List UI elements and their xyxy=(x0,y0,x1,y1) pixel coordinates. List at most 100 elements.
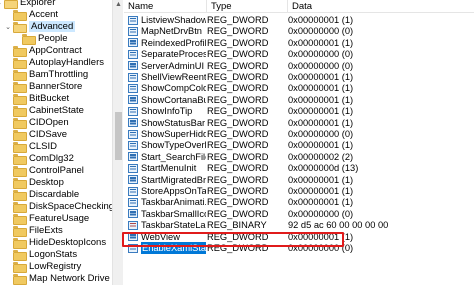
tree-item[interactable]: FeatureUsage xyxy=(5,213,89,225)
value-type: REG_DWORD xyxy=(207,26,269,37)
tree-item-label: AutoplayHandlers xyxy=(29,57,104,68)
value-row[interactable]: ReindexedProfile REG_DWORD 0x00000001 (1) xyxy=(124,37,474,49)
value-type: REG_DWORD xyxy=(207,60,269,71)
folder-icon xyxy=(13,154,27,165)
value-row[interactable]: ShowStatusBar REG_DWORD 0x00000001 (1) xyxy=(124,117,474,129)
tree-item[interactable]: ControlPanel xyxy=(5,165,84,177)
tree-item[interactable]: People xyxy=(14,33,68,45)
folder-icon xyxy=(4,0,18,9)
folder-icon xyxy=(13,10,27,21)
value-data: 0x00000001 (1) xyxy=(288,83,354,94)
value-row[interactable]: ListviewShadow REG_DWORD 0x00000001 (1) xyxy=(124,14,474,26)
value-name: ShowStatusBar xyxy=(141,117,206,128)
tree-item[interactable]: ⌄ Advanced xyxy=(5,21,76,33)
value-row[interactable]: TaskbarSmallIconsREG_DWORD 0x00000000 (0) xyxy=(124,208,474,220)
value-name: StartMigratedBr... xyxy=(141,174,206,185)
tree-item[interactable]: CIDSave xyxy=(5,129,67,141)
annotation-highlight-box xyxy=(122,232,344,247)
value-data: 0x00000001 (1) xyxy=(288,117,354,128)
dword-value-icon xyxy=(128,209,138,219)
value-type: REG_DWORD xyxy=(207,37,269,48)
tree-item-label: DiskSpaceChecking xyxy=(29,201,112,212)
tree-item[interactable]: ⌄ Explorer xyxy=(0,0,55,9)
value-data: 0x00000001 (1) xyxy=(288,197,354,208)
value-row[interactable]: Start_SearchFilesREG_DWORD 0x00000002 (2) xyxy=(124,151,474,163)
value-name: ShowSuperHidd... xyxy=(141,129,206,139)
tree-item-label: Discardable xyxy=(29,189,80,200)
folder-icon xyxy=(13,250,27,261)
tree-item[interactable]: FileExts xyxy=(5,225,63,237)
tree-item-label: CIDOpen xyxy=(29,117,69,128)
value-data: 0x00000001 (1) xyxy=(288,15,354,25)
chevron-down-icon[interactable]: ⌄ xyxy=(0,0,2,7)
value-data: 0x00000000 (0) xyxy=(288,49,354,60)
value-row[interactable]: TaskbarAnimati... REG_DWORD 0x00000001 (1) xyxy=(124,196,474,208)
value-row[interactable]: ServerAdminUI REG_DWORD 0x00000000 (0) xyxy=(124,60,474,72)
tree-item[interactable]: LogonStats xyxy=(5,249,77,261)
value-name: TaskbarAnimati... xyxy=(141,197,206,208)
value-type: REG_DWORD xyxy=(207,117,269,128)
registry-key-tree[interactable]: ⌄ ExplorerAccent ⌄ AdvancedPeopleAppContrac… xyxy=(0,0,112,285)
tree-item[interactable]: HideDesktopIcons xyxy=(5,237,106,249)
value-row[interactable]: ShellViewReente...REG_DWORD 0x00000001 (1… xyxy=(124,71,474,83)
value-row[interactable]: SeparateProcess REG_DWORD 0x00000000 (0) xyxy=(124,48,474,60)
tree-item[interactable]: AutoplayHandlers xyxy=(5,57,104,69)
value-row[interactable]: StartMenuInit REG_DWORD 0x0000000d (13) xyxy=(124,162,474,174)
dword-value-icon xyxy=(128,38,138,48)
value-row[interactable]: StoreAppsOnTa...REG_DWORD 0x00000001 (1) xyxy=(124,185,474,197)
value-row[interactable]: StartMigratedBr...REG_DWORD 0x00000001 (1… xyxy=(124,174,474,186)
tree-item[interactable]: DiskSpaceChecking xyxy=(5,201,112,213)
column-header-type[interactable]: Type xyxy=(207,0,288,13)
tree-item[interactable]: BamThrottling xyxy=(5,69,88,81)
tree-item[interactable]: Accent xyxy=(5,9,58,21)
tree-item[interactable]: CIDOpen xyxy=(5,117,69,129)
dword-value-icon xyxy=(128,15,138,25)
value-data: 0x00000001 (1) xyxy=(288,37,354,48)
dword-value-icon xyxy=(128,152,138,162)
tree-item[interactable]: BannerStore xyxy=(5,81,82,93)
value-name-cell: StoreAppsOnTa... xyxy=(128,185,206,197)
value-type: REG_DWORD xyxy=(207,140,269,151)
value-row[interactable]: ShowCompColor REG_DWORD 0x00000001 (1) xyxy=(124,82,474,94)
value-name-cell: ShellViewReente... xyxy=(128,71,206,83)
value-name-cell: ShowCortanaBu... xyxy=(128,94,206,106)
value-row[interactable]: MapNetDrvBtn REG_DWORD 0x00000000 (0) xyxy=(124,25,474,37)
tree-item[interactable]: CLSID xyxy=(5,141,57,153)
tree-item[interactable]: Map Network Drive MRU xyxy=(5,273,112,285)
value-row[interactable]: ShowCortanaBu...REG_DWORD 0x00000001 (1) xyxy=(124,94,474,106)
tree-scrollbar-thumb[interactable] xyxy=(115,112,122,160)
value-name-cell: StartMenuInit xyxy=(128,162,206,174)
value-name: StartMenuInit xyxy=(141,163,197,174)
column-header-name[interactable]: Name xyxy=(124,0,207,13)
chevron-down-icon[interactable]: ⌄ xyxy=(5,23,11,31)
folder-icon xyxy=(13,238,27,249)
value-data: 0x00000000 (0) xyxy=(288,26,354,37)
folder-icon xyxy=(13,82,27,93)
value-row[interactable]: ShowInfoTip REG_DWORD 0x00000001 (1) xyxy=(124,105,474,117)
tree-item-label: Advanced xyxy=(29,21,76,32)
tree-item[interactable]: LowRegistry xyxy=(5,261,81,273)
value-data: 0x00000000 (0) xyxy=(288,208,354,219)
tree-item[interactable]: BitBucket xyxy=(5,93,69,105)
folder-icon xyxy=(13,178,27,189)
tree-item[interactable]: Desktop xyxy=(5,177,64,189)
value-row[interactable]: ShowSuperHidd...REG_DWORD 0x00000000 (0) xyxy=(124,128,474,140)
column-header-data[interactable]: Data xyxy=(288,0,474,13)
folder-icon xyxy=(13,262,27,273)
tree-item[interactable]: CabinetState xyxy=(5,105,84,117)
value-type: REG_DWORD xyxy=(207,15,269,25)
tree-item[interactable]: Discardable xyxy=(5,189,80,201)
value-type: REG_BINARY xyxy=(207,220,267,231)
value-row[interactable]: ShowTypeOverlayREG_DWORD 0x00000001 (1) xyxy=(124,139,474,151)
folder-icon xyxy=(13,166,27,177)
value-data: 0x0000000d (13) xyxy=(288,163,359,174)
tree-item[interactable]: AppContract xyxy=(5,45,82,57)
folder-icon xyxy=(13,214,27,225)
folder-icon xyxy=(13,58,27,69)
tree-item[interactable]: ComDlg32 xyxy=(5,153,74,165)
value-name-cell: ServerAdminUI xyxy=(128,60,206,72)
scroll-up-arrow-icon[interactable]: ▲ xyxy=(113,0,124,10)
value-name-cell: ShowInfoTip xyxy=(128,105,206,117)
value-name-cell: ShowSuperHidd... xyxy=(128,128,206,140)
value-row[interactable]: TaskbarStateLast...REG_BINARY 92 d5 ac 60… xyxy=(124,219,474,231)
